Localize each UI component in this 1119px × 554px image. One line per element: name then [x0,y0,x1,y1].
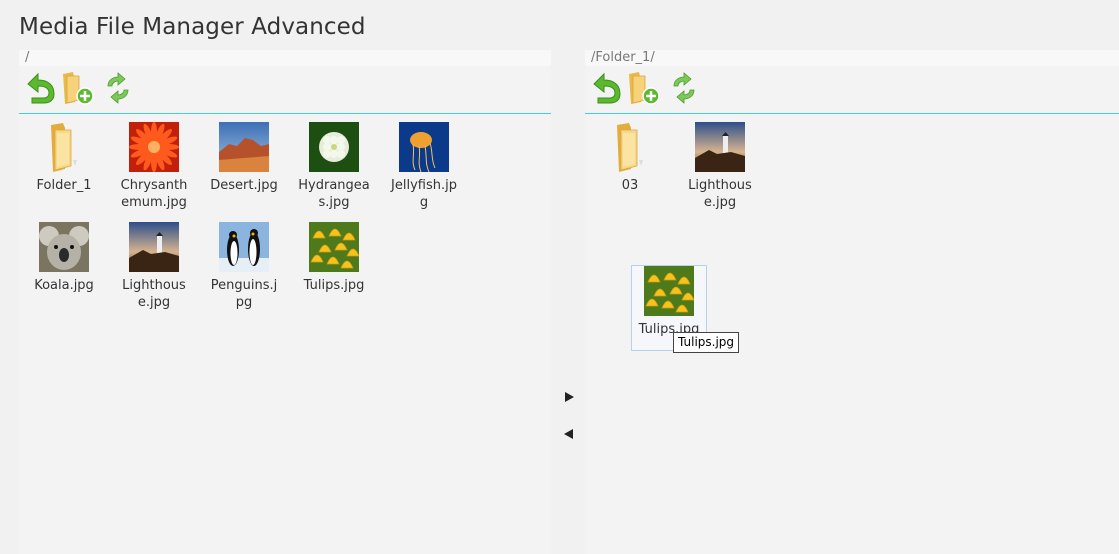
right-path-bar: /Folder_1/ [585,50,1119,66]
file-item[interactable]: Chrysanthemum.jpg [109,122,199,211]
image-thumbnail [695,122,745,172]
right-toolbar [588,70,748,108]
file-item[interactable]: Jellyfish.jpg [379,122,469,211]
image-thumbnail [129,122,179,172]
page-title: Media File Manager Advanced [19,14,366,40]
file-item[interactable]: Desert.jpg [199,122,289,211]
file-item[interactable]: Koala.jpg [19,222,109,311]
item-name-label: Tulips.jpg [303,278,365,293]
move-right-arrow-icon[interactable] [563,388,575,402]
item-name-label: Desert.jpg [210,178,278,193]
new-folder-icon[interactable] [61,70,97,106]
image-thumbnail [129,222,179,272]
image-thumbnail [39,222,89,272]
folder-icon [39,122,89,172]
refresh-icon[interactable] [666,70,702,106]
right-divider [585,113,1119,114]
back-arrow-icon[interactable] [22,70,58,106]
image-thumbnail [219,122,269,172]
file-item[interactable]: Tulips.jpg [289,222,379,311]
item-name-label: Hydrangeas.jpg [298,178,370,210]
image-thumbnail [309,222,359,272]
back-arrow-icon[interactable] [588,70,624,106]
folder-icon [605,122,655,172]
item-name-label: Folder_1 [36,178,92,193]
image-thumbnail [309,122,359,172]
item-name-label: 03 [621,178,639,193]
left-toolbar [22,70,182,108]
file-item[interactable]: Penguins.jpg [199,222,289,311]
item-name-label: Koala.jpg [34,278,94,293]
item-name-label: Chrysanthemum.jpg [120,178,188,210]
file-item[interactable]: Lighthouse.jpg [675,122,765,211]
image-thumbnail [399,122,449,172]
file-item[interactable]: Lighthouse.jpg [109,222,199,311]
new-folder-icon[interactable] [627,70,663,106]
move-left-arrow-icon[interactable] [563,425,575,439]
item-name-label: Jellyfish.jpg [391,178,457,210]
folder-item[interactable]: 03 [585,122,675,211]
file-tooltip: Tulips.jpg [673,332,740,353]
image-thumbnail [219,222,269,272]
left-path-bar: / [19,50,551,66]
left-file-pane: / Folder_1 Chrysanthemum.jpg Desert.jpg Hyd… [19,50,551,554]
item-name-label: Penguins.jpg [210,278,278,310]
refresh-icon[interactable] [100,70,136,106]
folder-item[interactable]: Folder_1 [19,122,109,211]
left-divider [19,113,551,114]
item-name-label: Lighthouse.jpg [688,178,752,210]
file-item[interactable]: Hydrangeas.jpg [289,122,379,211]
item-name-label: Lighthouse.jpg [122,278,186,310]
tulips-thumbnail [644,266,694,316]
